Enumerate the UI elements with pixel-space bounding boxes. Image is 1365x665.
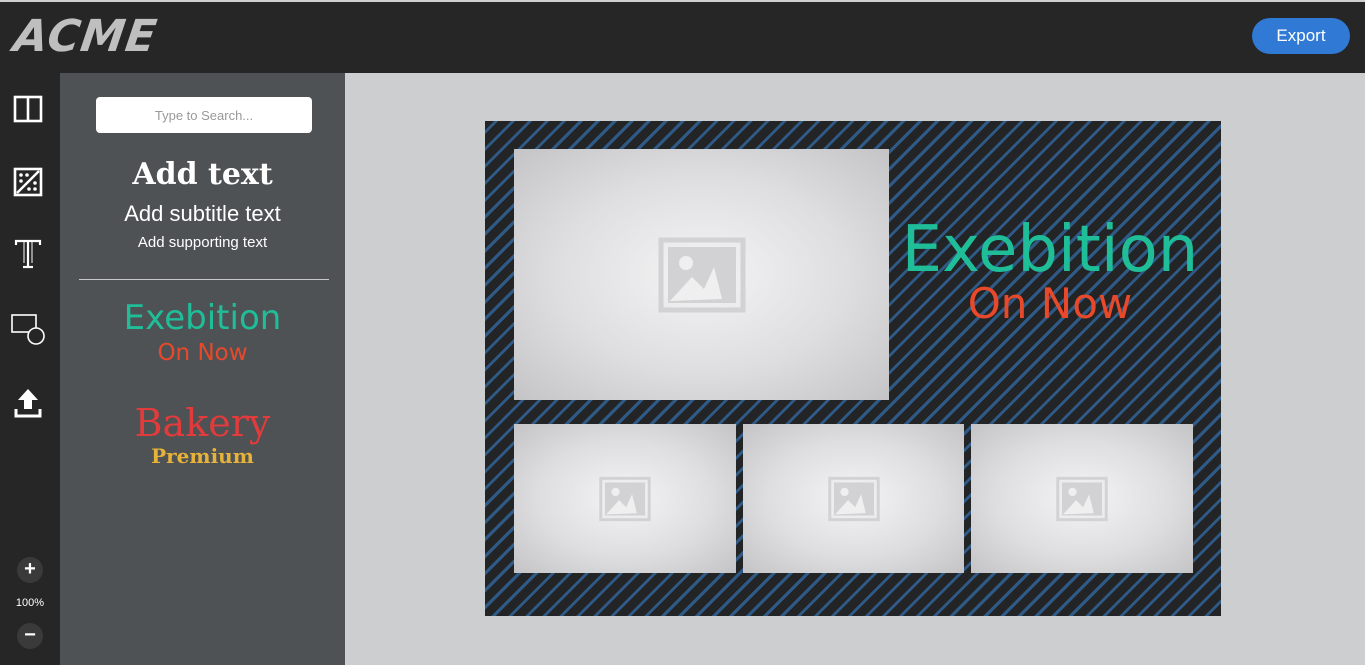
search-input[interactable] [96,97,312,133]
preset-exebition[interactable]: Exebition On Now [60,297,345,367]
add-text-heading-button[interactable]: Add text [60,155,345,195]
zoom-in-button[interactable]: + [17,557,43,583]
shapes-tool-button[interactable] [10,311,46,347]
background-tool-button[interactable] [10,164,46,200]
logo: ACME [10,11,161,62]
photo-placeholder-3[interactable] [971,424,1193,573]
image-placeholder-icon [827,476,880,522]
canvas-subtitle-text[interactable]: On Now [895,279,1205,329]
zoom-level: 100% [15,597,45,609]
zoom-out-button[interactable]: − [17,623,43,649]
add-supporting-text-button[interactable]: Add supporting text [60,233,345,253]
upload-tool-button[interactable] [10,385,46,421]
text-panel: Add text Add subtitle text Add supportin… [60,73,345,665]
text-tool-button[interactable] [10,237,46,273]
photo-placeholder-main[interactable] [514,149,889,400]
preset-title: Bakery [134,401,271,445]
image-placeholder-icon [658,237,746,313]
preset-title: Exebition [123,298,282,338]
top-bar: ACME Export [0,0,1365,73]
panel-divider [79,279,329,280]
preset-subtitle: Premium [151,444,254,468]
preset-subtitle: On Now [157,340,248,366]
shapes-icon [10,311,46,347]
text-tool-icon [13,239,43,271]
preset-bakery[interactable]: Bakery Premium [60,401,345,467]
background-pattern-icon [13,167,43,197]
add-subtitle-button[interactable]: Add subtitle text [60,200,345,228]
editor-stage: Exebition On Now [345,73,1365,665]
upload-icon [13,387,43,419]
layout-tool-button[interactable] [10,91,46,127]
export-button[interactable]: Export [1252,18,1350,54]
image-placeholder-icon [599,476,651,522]
tool-sidebar: + 100% − [0,73,60,665]
design-canvas[interactable]: Exebition On Now [485,121,1221,616]
layout-icon [13,94,43,124]
photo-placeholder-1[interactable] [514,424,736,573]
image-placeholder-icon [1056,476,1108,522]
canvas-title-text[interactable]: Exebition [895,213,1205,287]
photo-placeholder-2[interactable] [743,424,964,573]
